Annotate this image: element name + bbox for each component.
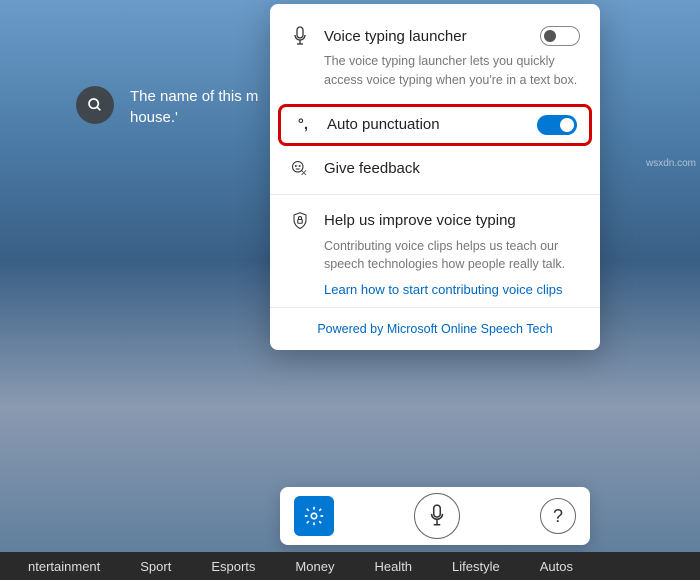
nav-health[interactable]: Health — [354, 559, 432, 574]
voice-typing-launcher-desc: The voice typing launcher lets you quick… — [324, 52, 580, 90]
question-icon: ? — [553, 506, 563, 527]
nav-lifestyle[interactable]: Lifestyle — [432, 559, 520, 574]
shield-lock-icon — [290, 211, 310, 231]
give-feedback-title: Give feedback — [324, 160, 580, 177]
help-improve-title: Help us improve voice typing — [324, 212, 580, 229]
search-preview-text: The name of this m house.' — [130, 86, 258, 128]
watermark: wsxdn.com — [646, 158, 696, 169]
voice-typing-toolbar: ? — [280, 487, 590, 545]
punctuation-icon: °, — [293, 116, 313, 133]
give-feedback-row[interactable]: Give feedback — [270, 150, 600, 188]
help-improve-desc: Contributing voice clips helps us teach … — [324, 237, 580, 275]
feedback-icon — [290, 160, 310, 178]
nav-money[interactable]: Money — [275, 559, 354, 574]
divider — [270, 194, 600, 195]
nav-entertainment[interactable]: ntertainment — [8, 559, 120, 574]
search-icon-circle[interactable] — [76, 86, 114, 124]
contribute-voice-clips-link[interactable]: Learn how to start contributing voice cl… — [324, 282, 580, 297]
bottom-nav-bar: ntertainment Sport Esports Money Health … — [0, 552, 700, 580]
help-button[interactable]: ? — [540, 498, 576, 534]
voice-typing-launcher-row: Voice typing launcher The voice typing l… — [270, 16, 600, 100]
auto-punctuation-toggle[interactable] — [537, 115, 577, 135]
auto-punctuation-title: Auto punctuation — [327, 116, 523, 133]
panel-footer-link[interactable]: Powered by Microsoft Online Speech Tech — [270, 307, 600, 350]
help-improve-row: Help us improve voice typing Contributin… — [270, 201, 600, 308]
nav-autos[interactable]: Autos — [520, 559, 593, 574]
microphone-icon — [428, 504, 446, 528]
search-widget: The name of this m house.' — [76, 86, 258, 128]
voice-typing-launcher-toggle[interactable] — [540, 26, 580, 46]
voice-typing-settings-panel: Voice typing launcher The voice typing l… — [270, 4, 600, 350]
nav-sport[interactable]: Sport — [120, 559, 191, 574]
auto-punctuation-row: °, Auto punctuation — [278, 104, 592, 146]
voice-typing-launcher-title: Voice typing launcher — [324, 28, 526, 45]
gear-icon — [303, 505, 325, 527]
search-icon — [87, 97, 103, 113]
nav-esports[interactable]: Esports — [191, 559, 275, 574]
microphone-icon — [290, 26, 310, 46]
microphone-button[interactable] — [414, 493, 460, 539]
settings-button[interactable] — [294, 496, 334, 536]
